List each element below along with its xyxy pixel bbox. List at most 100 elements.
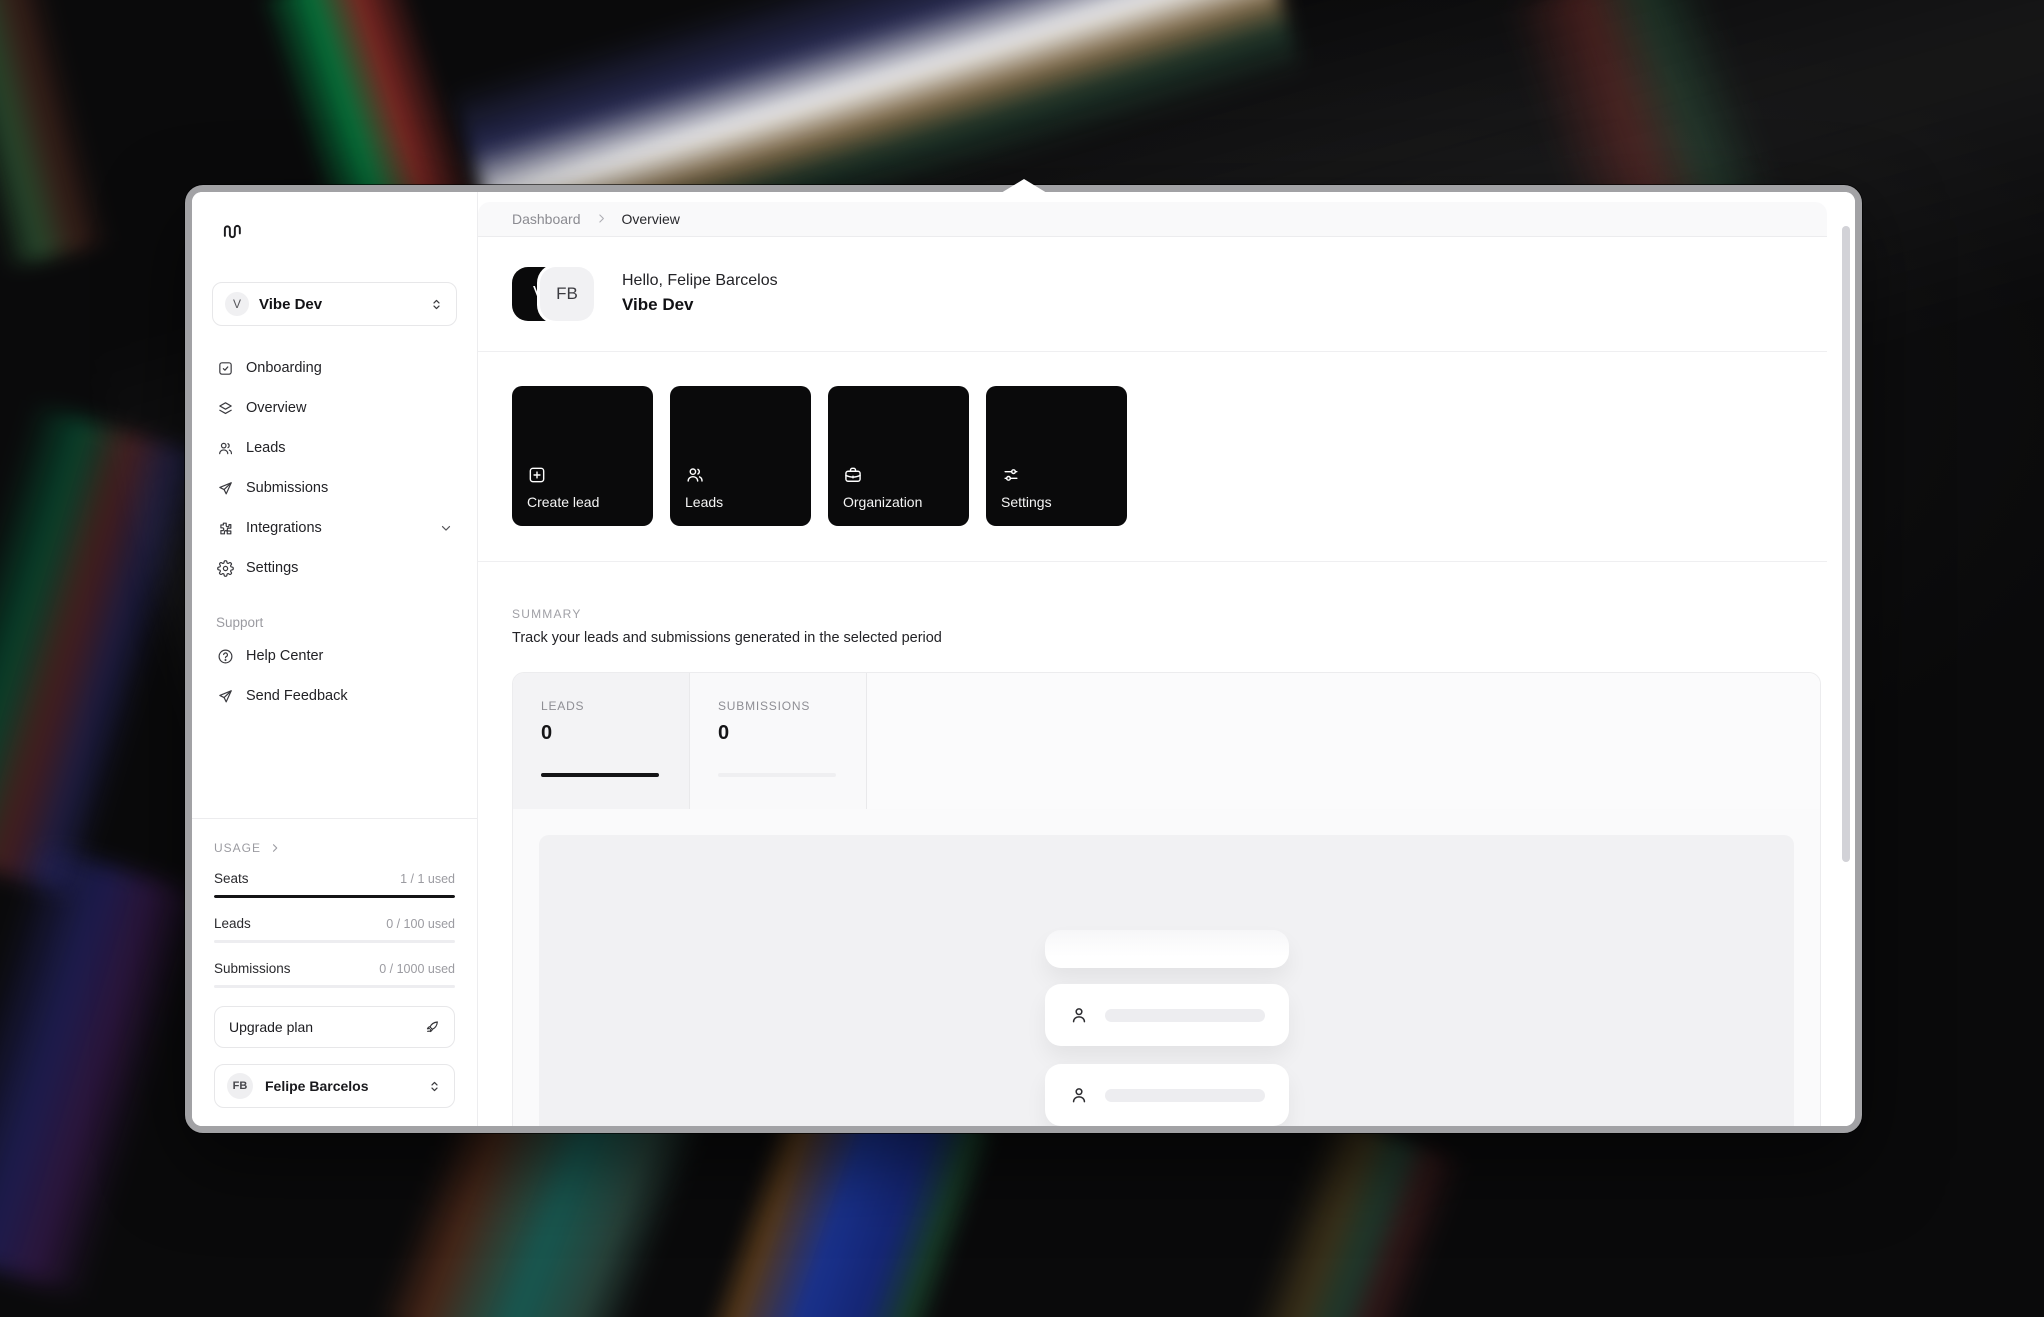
sidebar: V Vibe Dev Onboarding Overview — [192, 192, 477, 1126]
user-icon — [1069, 1005, 1089, 1025]
chevron-right-icon — [269, 842, 281, 854]
chevron-up-down-icon — [429, 297, 444, 312]
chevron-right-icon — [595, 212, 608, 225]
workspace-avatar: V — [225, 292, 249, 316]
briefcase-icon — [843, 465, 954, 485]
leads-card[interactable]: Leads — [670, 386, 811, 526]
layers-icon — [216, 400, 234, 417]
sidebar-item-leads[interactable]: Leads — [212, 428, 457, 468]
breadcrumb-dashboard[interactable]: Dashboard — [512, 211, 581, 227]
greeting-text: Hello, Felipe Barcelos Vibe Dev — [622, 272, 778, 315]
usage-heading-row[interactable]: USAGE — [214, 841, 455, 855]
sidebar-item-integrations[interactable]: Integrations — [212, 508, 457, 548]
send-icon — [216, 688, 234, 705]
chevron-up-down-icon — [427, 1079, 442, 1094]
tab-label: LEADS — [541, 699, 661, 713]
support-nav: Help Center Send Feedback — [212, 636, 457, 716]
tab-value: 0 — [718, 722, 838, 745]
square-check-icon — [216, 360, 234, 377]
send-icon — [216, 480, 234, 497]
tab-label: SUBMISSIONS — [718, 699, 838, 713]
greeting-header: V FB Hello, Felipe Barcelos Vibe Dev — [478, 237, 1855, 351]
help-circle-icon — [216, 648, 234, 665]
app-window: V Vibe Dev Onboarding Overview — [185, 185, 1862, 1133]
workspace-name: Vibe Dev — [259, 296, 322, 313]
puzzle-icon — [216, 520, 234, 537]
user-account-selector[interactable]: FB Felipe Barcelos — [214, 1064, 455, 1108]
sidebar-item-settings[interactable]: Settings — [212, 548, 457, 588]
vertical-scrollbar[interactable] — [1842, 226, 1850, 862]
sidebar-item-label: Overview — [246, 400, 306, 416]
sidebar-item-onboarding[interactable]: Onboarding — [212, 348, 457, 388]
gear-icon — [216, 560, 234, 577]
sidebar-nav: Onboarding Overview Leads — [212, 348, 457, 588]
meter-label: Leads — [214, 916, 251, 931]
card-label: Settings — [1001, 494, 1112, 510]
breadcrumb-overview: Overview — [622, 211, 680, 227]
greeting-line: Hello, Felipe Barcelos — [622, 272, 778, 290]
user-icon — [1069, 1085, 1089, 1105]
tab-value: 0 — [541, 722, 661, 745]
sidebar-item-send-feedback[interactable]: Send Feedback — [212, 676, 457, 716]
plus-square-icon — [527, 465, 638, 485]
usage-meter-seats: Seats 1 / 1 used — [214, 871, 455, 898]
users-icon — [216, 440, 234, 457]
tab-submissions[interactable]: SUBMISSIONS 0 — [690, 673, 867, 809]
meter-track — [214, 940, 455, 943]
usage-meter-leads: Leads 0 / 100 used — [214, 916, 455, 943]
waveform-logo-icon — [220, 218, 457, 244]
summary-description: Track your leads and submissions generat… — [512, 630, 1821, 646]
main-content: Dashboard Overview V FB Hello, Felipe Ba… — [477, 192, 1855, 1126]
sidebar-item-submissions[interactable]: Submissions — [212, 468, 457, 508]
create-lead-card[interactable]: Create lead — [512, 386, 653, 526]
card-label: Leads — [685, 494, 796, 510]
sidebar-item-label: Leads — [246, 440, 286, 456]
usage-meter-submissions: Submissions 0 / 1000 used — [214, 961, 455, 988]
window-notch — [1001, 179, 1047, 193]
app-logo[interactable] — [212, 212, 457, 258]
tab-strip-filler — [867, 673, 1820, 809]
sidebar-item-label: Send Feedback — [246, 688, 348, 704]
workspace-title: Vibe Dev — [622, 295, 778, 315]
upgrade-plan-label: Upgrade plan — [229, 1019, 313, 1035]
skeleton-text-bar — [1105, 1089, 1265, 1102]
sidebar-item-label: Help Center — [246, 648, 323, 664]
meter-value: 1 / 1 used — [400, 872, 455, 886]
meter-label: Submissions — [214, 961, 291, 976]
empty-chart-placeholder — [539, 835, 1794, 1126]
active-tab-indicator — [541, 773, 659, 777]
inactive-tab-indicator — [718, 773, 836, 777]
usage-heading-label: USAGE — [214, 841, 261, 855]
sidebar-item-overview[interactable]: Overview — [212, 388, 457, 428]
user-avatar: FB — [227, 1073, 253, 1099]
wallpaper-streak — [0, 0, 112, 269]
summary-tab-strip: LEADS 0 SUBMISSIONS 0 — [513, 673, 1820, 809]
tab-leads[interactable]: LEADS 0 — [513, 673, 690, 809]
avatar-group: V FB — [512, 267, 596, 321]
meter-value: 0 / 100 used — [386, 917, 455, 931]
upgrade-plan-button[interactable]: Upgrade plan — [214, 1006, 455, 1048]
summary-panel: LEADS 0 SUBMISSIONS 0 — [512, 672, 1821, 1126]
meter-fill — [214, 895, 455, 898]
skeleton-text-bar — [1105, 1009, 1265, 1022]
summary-chart-region — [513, 809, 1820, 1126]
summary-heading: SUMMARY — [512, 607, 1821, 621]
sidebar-spacer — [212, 716, 457, 818]
sidebar-item-help-center[interactable]: Help Center — [212, 636, 457, 676]
app-frame: V Vibe Dev Onboarding Overview — [192, 192, 1855, 1126]
settings-card[interactable]: Settings — [986, 386, 1127, 526]
user-name: Felipe Barcelos — [265, 1078, 369, 1094]
organization-card[interactable]: Organization — [828, 386, 969, 526]
user-avatar-large: FB — [540, 267, 594, 321]
breadcrumb: Dashboard Overview — [478, 202, 1827, 237]
meter-label: Seats — [214, 871, 249, 886]
skeleton-row — [1045, 1064, 1289, 1126]
sliders-icon — [1001, 465, 1112, 485]
sidebar-item-label: Integrations — [246, 520, 322, 536]
workspace-selector[interactable]: V Vibe Dev — [212, 282, 457, 326]
rocket-icon — [424, 1019, 440, 1035]
summary-section: SUMMARY Track your leads and submissions… — [478, 562, 1855, 1126]
support-heading: Support — [212, 608, 457, 636]
chevron-down-icon[interactable] — [439, 521, 457, 535]
usage-section: USAGE Seats 1 / 1 used Leads 0 / 100 — [192, 818, 477, 1108]
